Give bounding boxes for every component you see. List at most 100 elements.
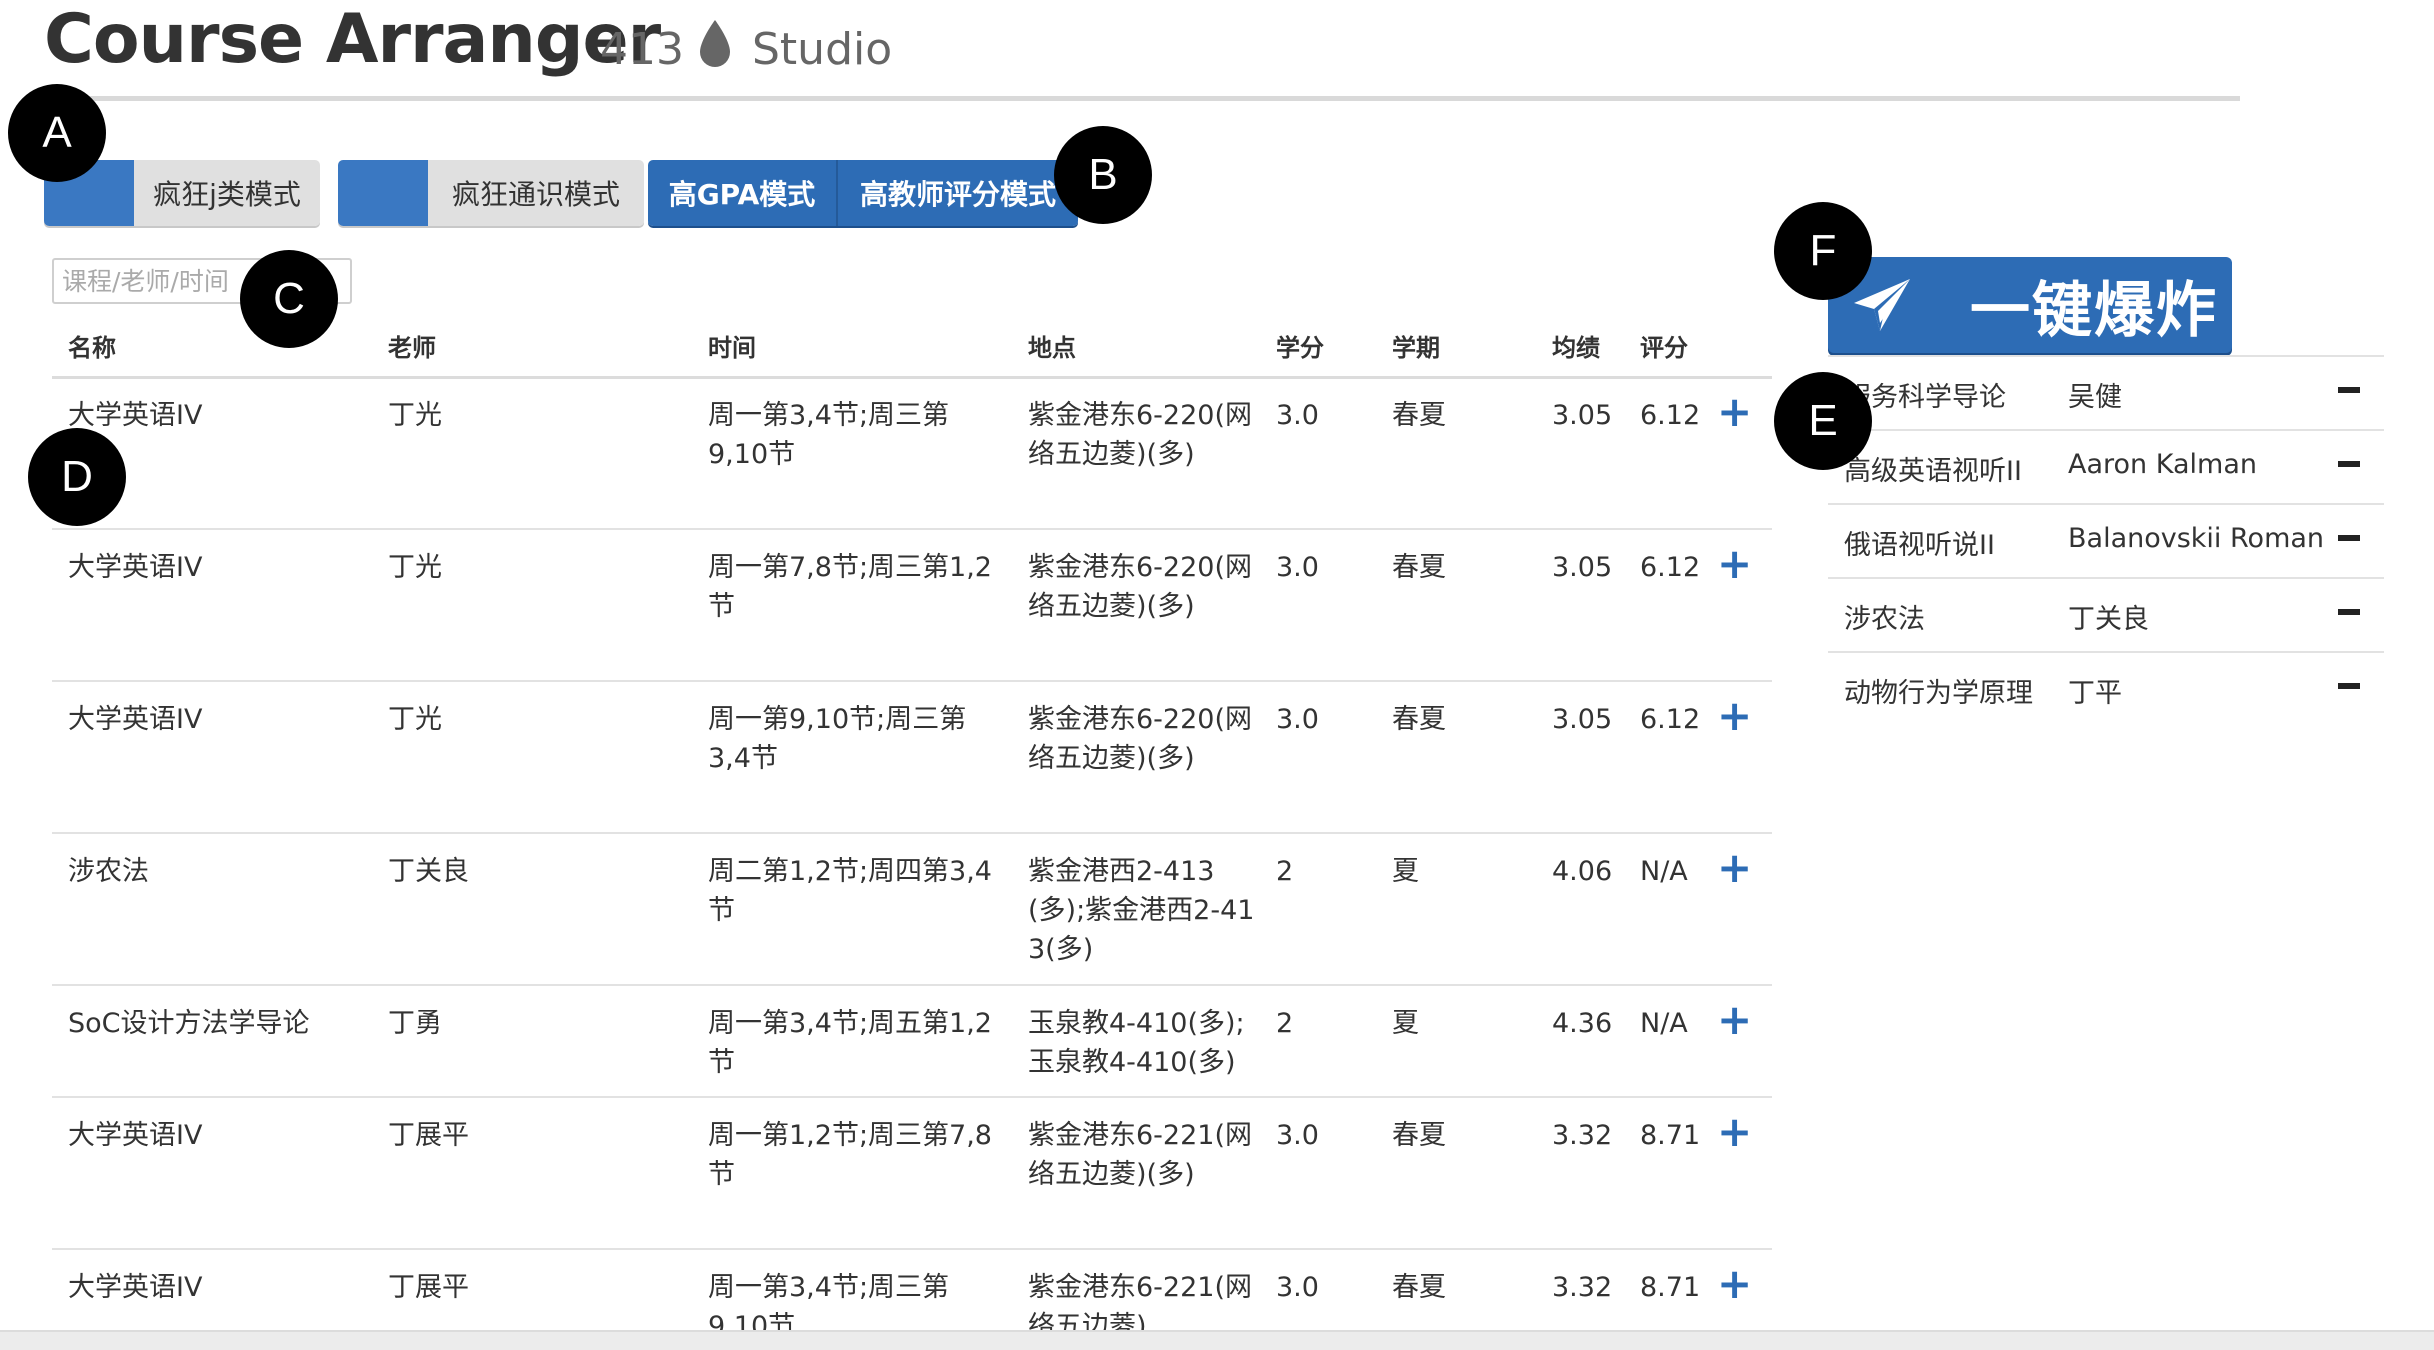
course-time: 周一第3,4节;周三第9,10节: [708, 400, 950, 470]
column-header-avg-gpa: 均绩: [1552, 334, 1600, 362]
course-term: 夏: [1392, 1008, 1419, 1039]
course-location: 紫金港东6-220(网络五边菱)(多): [1028, 552, 1252, 622]
ranking-mode-group: 高GPA模式 高教师评分模式: [648, 160, 1078, 226]
header-divider: [50, 96, 2240, 101]
course-rating: 8.71: [1640, 1272, 1701, 1303]
plus-icon[interactable]: +: [1717, 695, 1752, 737]
high-rating-mode-button[interactable]: 高教师评分模式: [836, 160, 1078, 226]
selected-course-name: 动物行为学原理: [1844, 678, 2033, 709]
minus-icon[interactable]: [2338, 387, 2360, 393]
course-time: 周二第1,2节;周四第3,4节: [708, 856, 992, 926]
course-rating: N/A: [1640, 1008, 1688, 1039]
course-name: 大学英语IV: [68, 400, 203, 431]
course-rating: 6.12: [1640, 552, 1701, 583]
course-credit: 3.0: [1276, 704, 1319, 735]
course-term: 春夏: [1392, 1272, 1446, 1303]
minus-icon[interactable]: [2338, 683, 2360, 689]
crazy-general-mode-label[interactable]: 疯狂通识模式: [428, 160, 644, 226]
selected-course-item: 涉农法 丁关良: [1828, 579, 2384, 653]
selected-course-teacher: 丁关良: [2068, 604, 2149, 635]
plus-icon[interactable]: +: [1717, 1263, 1752, 1305]
course-avg-gpa: 3.32: [1552, 1272, 1613, 1303]
course-term: 春夏: [1392, 552, 1446, 583]
course-term: 夏: [1392, 856, 1419, 887]
course-location: 玉泉教4-410(多);玉泉教4-410(多): [1028, 1008, 1245, 1078]
course-location: 紫金港东6-220(网络五边菱)(多): [1028, 704, 1252, 774]
column-header-name: 名称: [68, 334, 116, 362]
course-name: 大学英语IV: [68, 704, 203, 735]
course-rating: 6.12: [1640, 704, 1701, 735]
column-header-time: 时间: [708, 334, 756, 362]
callout-marker-c: C: [240, 250, 338, 348]
course-avg-gpa: 3.05: [1552, 552, 1613, 583]
course-rating: 6.12: [1640, 400, 1701, 431]
course-teacher: 丁光: [388, 552, 442, 583]
selected-course-item: 俄语视听说II Balanovskii Roman: [1828, 505, 2384, 579]
course-time: 周一第1,2节;周三第7,8节: [708, 1120, 992, 1190]
toggle-knob[interactable]: [338, 160, 428, 226]
course-name: 大学英语IV: [68, 1272, 203, 1303]
course-teacher: 丁勇: [388, 1008, 442, 1039]
course-row: 大学英语IV 丁光 周一第3,4节;周三第9,10节 紫金港东6-220(网络五…: [52, 378, 1772, 530]
course-term: 春夏: [1392, 1120, 1446, 1151]
column-header-teacher: 老师: [388, 334, 436, 362]
crazy-j-mode-label[interactable]: 疯狂j类模式: [134, 160, 320, 226]
plus-icon[interactable]: +: [1717, 1111, 1752, 1153]
course-name: 大学英语IV: [68, 552, 203, 583]
course-time: 周一第7,8节;周三第1,2节: [708, 552, 992, 622]
course-teacher: 丁展平: [388, 1120, 469, 1151]
column-header-credit: 学分: [1276, 334, 1324, 362]
course-credit: 3.0: [1276, 1272, 1319, 1303]
course-location: 紫金港西2-413(多);紫金港西2-413(多): [1028, 856, 1255, 965]
course-row: SoC设计方法学导论 丁勇 周一第3,4节;周五第1,2节 玉泉教4-410(多…: [52, 986, 1772, 1098]
selected-course-name: 俄语视听说II: [1844, 530, 1995, 561]
course-avg-gpa: 3.05: [1552, 400, 1613, 431]
one-click-generate-button[interactable]: 一键爆炸: [1828, 257, 2232, 353]
plus-icon[interactable]: +: [1717, 999, 1752, 1041]
course-term: 春夏: [1392, 704, 1446, 735]
callout-marker-b: B: [1054, 126, 1152, 224]
minus-icon[interactable]: [2338, 535, 2360, 541]
course-credit: 3.0: [1276, 400, 1319, 431]
high-gpa-mode-button[interactable]: 高GPA模式: [648, 160, 836, 226]
crazy-general-mode-toggle[interactable]: 疯狂通识模式: [338, 160, 644, 226]
course-row: 大学英语IV 丁光 周一第7,8节;周三第1,2节 紫金港东6-220(网络五边…: [52, 530, 1772, 682]
course-name: 大学英语IV: [68, 1120, 203, 1151]
column-header-location: 地点: [1028, 334, 1076, 362]
app-version: 413: [600, 24, 684, 75]
minus-icon[interactable]: [2338, 609, 2360, 615]
course-avg-gpa: 4.36: [1552, 1008, 1613, 1039]
selected-course-teacher: 丁平: [2068, 678, 2122, 709]
course-teacher: 丁光: [388, 400, 442, 431]
course-row: 大学英语IV 丁光 周一第9,10节;周三第3,4节 紫金港东6-220(网络五…: [52, 682, 1772, 834]
course-rating: N/A: [1640, 856, 1688, 887]
course-avg-gpa: 4.06: [1552, 856, 1613, 887]
callout-marker-a: A: [8, 84, 106, 182]
plus-icon[interactable]: +: [1717, 391, 1752, 433]
course-avg-gpa: 3.05: [1552, 704, 1613, 735]
one-click-generate-label: 一键爆炸: [1970, 275, 2218, 346]
course-location: 紫金港东6-221(网络五边菱): [1028, 1272, 1252, 1330]
course-credit: 2: [1276, 1008, 1294, 1039]
callout-marker-d: D: [28, 428, 126, 526]
course-term: 春夏: [1392, 400, 1446, 431]
app-title: Course Arranger: [44, 0, 661, 79]
callout-marker-e: E: [1774, 372, 1872, 470]
selected-course-teacher: 吴健: [2068, 382, 2122, 413]
callout-marker-f: F: [1774, 202, 1872, 300]
course-row: 大学英语IV 丁展平 周一第3,4节;周三第9,10节 紫金港东6-221(网络…: [52, 1250, 1772, 1331]
minus-icon[interactable]: [2338, 461, 2360, 467]
course-teacher: 丁光: [388, 704, 442, 735]
course-credit: 3.0: [1276, 1120, 1319, 1151]
plus-icon[interactable]: +: [1717, 543, 1752, 585]
course-credit: 3.0: [1276, 552, 1319, 583]
course-credit: 2: [1276, 856, 1294, 887]
app-subtitle: Studio: [752, 24, 893, 75]
selected-course-item: 高级英语视听II Aaron Kalman: [1828, 431, 2384, 505]
column-header-rating: 评分: [1640, 334, 1688, 362]
selected-course-name: 高级英语视听II: [1844, 456, 2022, 487]
course-teacher: 丁关良: [388, 856, 469, 887]
plus-icon[interactable]: +: [1717, 847, 1752, 889]
selected-course-teacher: Balanovskii Roman: [2068, 523, 2325, 554]
course-location: 紫金港东6-221(网络五边菱)(多): [1028, 1120, 1252, 1190]
